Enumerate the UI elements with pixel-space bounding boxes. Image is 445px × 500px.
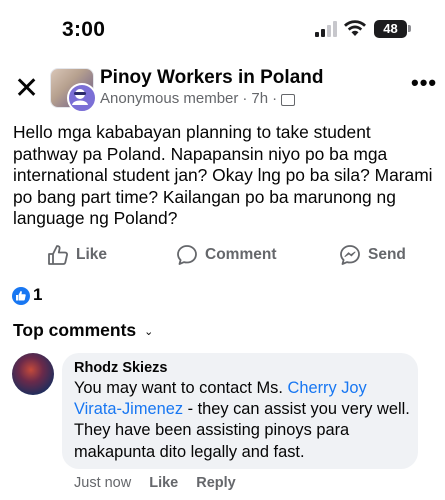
group-privacy-icon <box>281 93 296 106</box>
comment-actions: Just now Like Reply <box>74 475 236 491</box>
like-button[interactable]: Like <box>47 243 107 267</box>
chevron-down-icon: ⌄ <box>144 326 154 338</box>
meta-separator: · <box>272 90 278 107</box>
like-reaction-icon[interactable] <box>12 287 30 305</box>
commenter-name[interactable]: Rhodz Skiezs <box>74 360 167 376</box>
post-time[interactable]: 7h <box>251 90 268 107</box>
comment-button[interactable]: Comment <box>176 243 276 267</box>
comment-label: Comment <box>205 246 277 263</box>
battery-nub <box>408 25 411 32</box>
status-time: 3:00 <box>62 18 106 41</box>
comment-time: Just now <box>74 475 132 491</box>
send-label: Send <box>368 246 406 263</box>
messenger-icon <box>340 245 360 265</box>
group-name[interactable]: Pinoy Workers in Poland <box>100 67 323 89</box>
close-icon[interactable]: ✕ <box>14 74 39 104</box>
comment-reply-button[interactable]: Reply <box>196 475 236 491</box>
post-meta: Anonymous member · 7h · <box>100 90 296 107</box>
reaction-count[interactable]: 1 <box>33 285 42 305</box>
commenter-avatar[interactable] <box>12 353 54 395</box>
comments-sort-dropdown[interactable]: Top comments ⌄ <box>13 320 153 341</box>
battery-indicator: 48 <box>374 20 407 38</box>
thumbs-up-icon <box>48 245 68 265</box>
wifi-icon <box>344 20 366 36</box>
comment-like-button[interactable]: Like <box>149 475 178 491</box>
comment-text-start: You may want to contact Ms. <box>74 379 288 397</box>
send-button[interactable]: Send <box>339 243 406 267</box>
comments-sort-label: Top comments <box>13 320 137 340</box>
more-options-icon[interactable]: ••• <box>411 72 437 94</box>
like-label: Like <box>76 246 108 263</box>
post-author: Anonymous member <box>100 90 239 107</box>
post-body: Hello mga kababayan planning to take stu… <box>13 122 433 228</box>
comment-bubble-icon <box>177 245 197 265</box>
meta-separator: · <box>242 90 248 107</box>
cellular-signal-icon <box>315 21 337 37</box>
anonymous-avatar-icon <box>67 83 97 113</box>
comment-text: You may want to contact Ms. Cherry Joy V… <box>74 378 414 463</box>
